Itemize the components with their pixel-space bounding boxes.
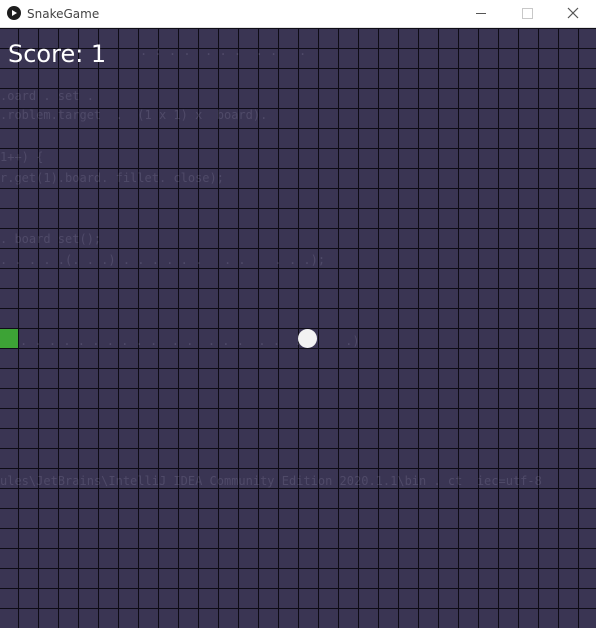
title-bar[interactable]: SnakeGame [0,0,596,28]
minimize-button[interactable] [458,0,504,27]
app-icon [7,6,21,20]
minimize-icon [476,13,486,14]
ghost-code-line: 1++) { [0,150,44,164]
ghost-code-line: .roblem.target . (1 x 1) x board). [0,108,268,122]
close-icon [567,7,579,19]
ghost-code-line: .oard . set . [0,89,94,103]
ghost-code-line: . : . . . . . . . . [140,44,307,58]
game-window: SnakeGame . : . . . . . . . . .oard . se… [0,0,596,628]
ghost-code-line: ules\JetBrains\IntelliJ IDEA Community E… [0,474,542,488]
food-pellet [298,329,317,348]
ghost-code-line: . board set(); [0,232,102,246]
ghost-code-line: . . . . .(. . .) . . . . . . . . . . .); [0,253,326,267]
maximize-button[interactable] [504,0,550,27]
window-title: SnakeGame [27,7,100,21]
game-board[interactable]: . : . . . . . . . . .oard . set . .roble… [0,28,596,628]
maximize-icon [522,8,533,19]
snake-segment [0,329,18,348]
ghost-code-line: r.get(1).board. fillet. close); [0,171,224,185]
score-display: Score: 1 [8,40,107,68]
close-button[interactable] [550,0,596,27]
